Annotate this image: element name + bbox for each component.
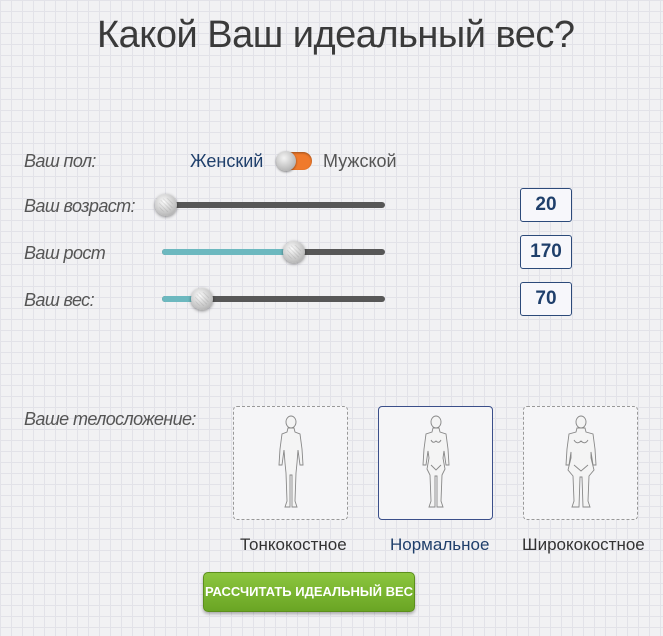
female-silhouette-normal-icon xyxy=(422,415,450,508)
height-label: Ваш рост xyxy=(24,243,106,263)
gender-toggle-knob[interactable] xyxy=(276,151,296,171)
height-value[interactable]: 170 xyxy=(520,235,572,269)
weight-slider-handle[interactable] xyxy=(191,288,214,310)
age-value[interactable]: 20 xyxy=(520,188,572,222)
build-option-normal-label[interactable]: Нормальное xyxy=(390,535,489,555)
build-option-normal[interactable] xyxy=(378,406,493,520)
age-slider[interactable] xyxy=(155,194,385,216)
build-label: Ваше телосложение: xyxy=(24,409,196,429)
build-option-wide-label[interactable]: Ширококостное xyxy=(522,535,645,555)
build-option-thin[interactable] xyxy=(233,406,348,520)
gender-toggle[interactable] xyxy=(276,151,312,171)
age-label: Ваш возраст: xyxy=(24,196,136,216)
height-slider[interactable] xyxy=(162,241,385,263)
female-silhouette-thin-icon xyxy=(278,415,304,508)
build-option-thin-label[interactable]: Тонкокостное xyxy=(240,535,347,555)
gender-male-option[interactable]: Мужской xyxy=(323,151,397,172)
calculate-button[interactable]: РАССЧИТАТЬ ИДЕАЛЬНЫЙ ВЕС xyxy=(203,572,415,612)
age-slider-handle[interactable] xyxy=(155,194,177,216)
weight-label: Ваш вес: xyxy=(24,290,95,310)
weight-value[interactable]: 70 xyxy=(520,282,572,316)
female-silhouette-wide-icon xyxy=(565,415,597,508)
height-slider-fill xyxy=(162,249,294,255)
weight-slider[interactable] xyxy=(162,288,385,310)
gender-label: Ваш пол: xyxy=(24,151,96,171)
build-option-wide[interactable] xyxy=(523,406,638,520)
gender-female-option[interactable]: Женский xyxy=(190,151,263,172)
height-slider-handle[interactable] xyxy=(282,241,305,263)
page-title: Какой Ваш идеальный вес? xyxy=(97,14,575,56)
